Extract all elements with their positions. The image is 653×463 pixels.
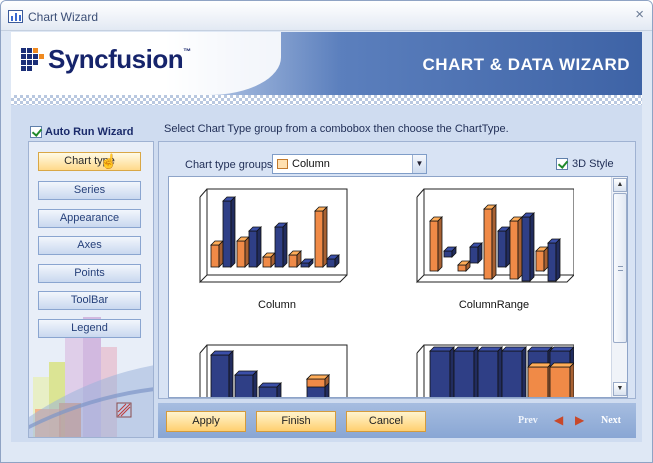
header-banner: Syncfusion™ CHART & DATA WIZARD	[11, 32, 642, 95]
column-thumb-bar	[326, 254, 340, 268]
column-range-thumb-bar	[521, 212, 535, 282]
column-thumb-bar	[274, 222, 288, 268]
auto-run-checkbox[interactable]: Auto Run Wizard	[30, 126, 134, 139]
combobox-value: Column	[292, 158, 330, 170]
nav-series[interactable]: Series	[38, 181, 141, 200]
column-chart-icon	[199, 188, 348, 284]
chart-type-gallery[interactable]: Column ColumnRange ▲ ▼	[168, 176, 628, 398]
window-title: Chart Wizard	[28, 10, 99, 24]
gallery-label-column-range: ColumnRange	[458, 299, 530, 311]
chart-app-icon	[8, 10, 23, 23]
column-thumb-bar	[210, 240, 224, 268]
cancel-button[interactable]: Cancel	[346, 411, 426, 432]
apply-button[interactable]: Apply	[166, 411, 246, 432]
title-bar: Chart Wizard ×	[1, 1, 652, 31]
column-range-chart-icon	[416, 188, 574, 284]
prev-button[interactable]: Prev	[518, 415, 538, 426]
column-group-icon	[277, 159, 288, 169]
instruction-text: Select Chart Type group from a combobox …	[164, 123, 509, 135]
column-range-thumb-bar	[535, 246, 549, 272]
checker-strip	[11, 95, 642, 105]
logo-text: Syncfusion	[48, 44, 184, 74]
chart-type-groups-label: Chart type groups	[185, 159, 273, 171]
nav-toolbar[interactable]: ToolBar	[38, 291, 141, 310]
column-thumb-bar	[314, 206, 328, 268]
hand-cursor-icon: ☝	[100, 153, 118, 169]
stacked-100-thumb-bar	[527, 362, 553, 397]
gallery-item-stacked-column[interactable]	[197, 339, 357, 397]
nav-chart-type[interactable]: Chart type	[38, 152, 141, 171]
auto-run-label: Auto Run Wizard	[45, 126, 134, 139]
column-range-thumb-bar	[429, 216, 443, 272]
gallery-scrollbar[interactable]: ▲ ▼	[611, 177, 627, 397]
wizard-content: Auto Run Wizard Select Chart Type group …	[11, 105, 642, 442]
banner-title: CHART & DATA WIZARD	[422, 55, 630, 74]
scroll-down-icon[interactable]: ▼	[613, 382, 627, 396]
3d-style-label: 3D Style	[572, 158, 614, 171]
arrow-right-icon[interactable]: ▶	[575, 413, 584, 427]
column-range-thumb-bar	[547, 238, 561, 282]
step-navigation: Chart type ☝ Series Appearance Axes Poin…	[28, 141, 154, 438]
stacked-thumb-bar	[234, 370, 258, 397]
arrow-left-icon[interactable]: ◀	[554, 413, 563, 427]
column-range-thumb-bar	[469, 242, 483, 264]
column-thumb-bar	[236, 236, 250, 268]
checkbox-checked-icon[interactable]	[30, 126, 42, 139]
column-range-thumb-bar	[497, 226, 511, 268]
scroll-up-icon[interactable]: ▲	[613, 178, 627, 192]
stacked-column-chart-icon	[199, 344, 348, 397]
chart-type-panel: Chart type groups Column ▼ 3D Style Colu…	[158, 141, 636, 399]
stacked-100-thumb-bar	[501, 346, 527, 397]
stacked-thumb-bar	[258, 382, 282, 397]
stacked-thumb-bar	[306, 374, 330, 388]
next-button[interactable]: Next	[601, 415, 621, 426]
chart-wizard-window: Chart Wizard × Syncfusion™ CHART & DATA …	[0, 0, 653, 463]
scroll-thumb[interactable]	[613, 193, 627, 343]
stacked-100-thumb-bar	[429, 346, 455, 397]
column-thumb-bar	[262, 252, 276, 268]
nav-legend[interactable]: Legend	[38, 319, 141, 338]
checkbox-checked-icon[interactable]	[556, 158, 568, 171]
nav-axes[interactable]: Axes	[38, 236, 141, 255]
chevron-down-icon[interactable]: ▼	[412, 155, 426, 173]
stacked-column-100-chart-icon	[416, 344, 574, 397]
nav-appearance[interactable]: Appearance	[38, 209, 141, 228]
stacked-100-thumb-bar	[549, 362, 574, 397]
column-thumb-bar	[288, 250, 302, 268]
gallery-item-stacked-column-100[interactable]	[414, 339, 574, 397]
logo-grid-icon	[21, 48, 45, 72]
stacked-100-thumb-bar	[477, 346, 503, 397]
stacked-100-thumb-bar	[453, 346, 479, 397]
chart-type-groups-combobox[interactable]: Column ▼	[272, 154, 427, 174]
gallery-label-column: Column	[258, 299, 296, 311]
close-icon[interactable]: ×	[635, 7, 644, 23]
column-range-thumb-bar	[483, 204, 497, 280]
nav-points[interactable]: Points	[38, 264, 141, 283]
gallery-item-column[interactable]: Column	[197, 183, 357, 318]
3d-style-checkbox[interactable]: 3D Style	[556, 158, 614, 171]
column-thumb-bar	[248, 226, 262, 268]
gallery-item-column-range[interactable]: ColumnRange	[414, 183, 574, 318]
column-range-thumb-bar	[509, 216, 523, 280]
stacked-thumb-bar	[210, 350, 234, 397]
column-thumb-bar	[222, 196, 236, 268]
action-bar: Apply Finish Cancel Prev ◀ ▶ Next	[158, 403, 636, 438]
finish-button[interactable]: Finish	[256, 411, 336, 432]
